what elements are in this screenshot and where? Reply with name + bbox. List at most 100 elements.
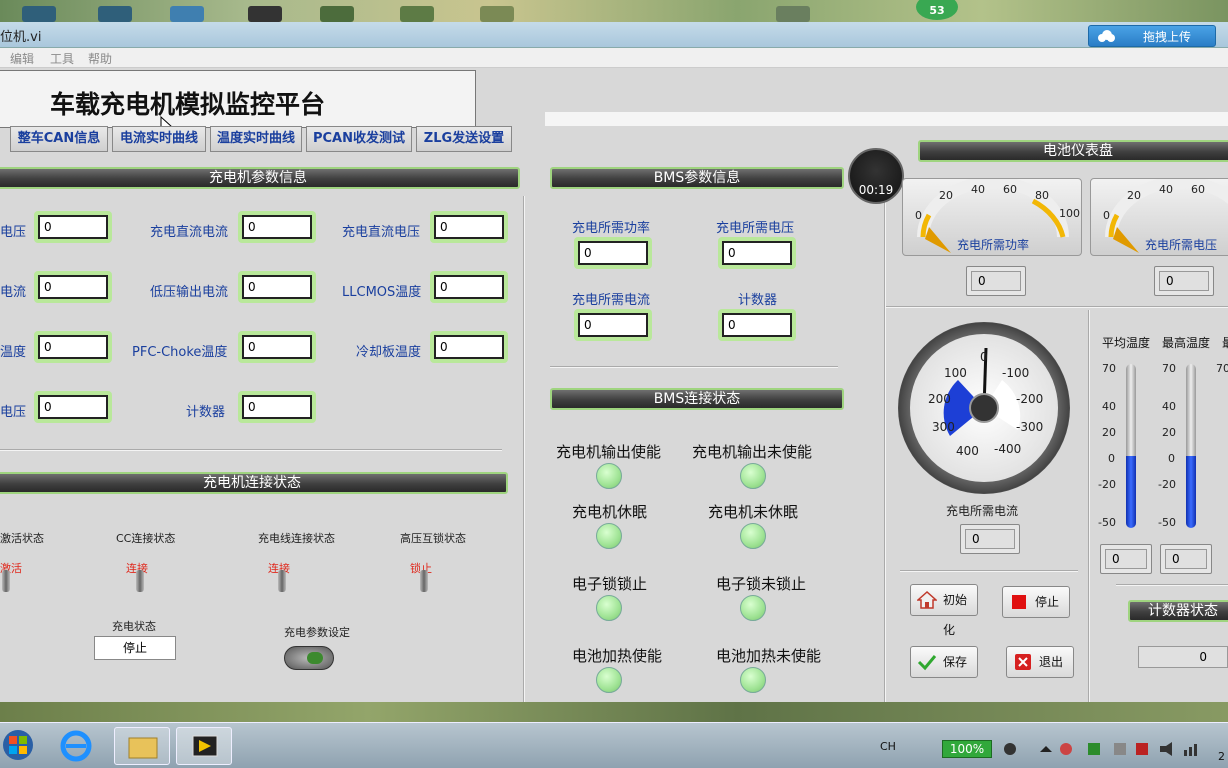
switch-label: 激活状态 (0, 532, 44, 545)
hv-interlock-toggle[interactable] (418, 570, 430, 594)
led-label: 电子锁锁止 (572, 575, 648, 593)
charger-field-input[interactable]: 0 (238, 391, 316, 423)
tab-current-curve[interactable]: 电流实时曲线 (112, 126, 206, 152)
thermo-tick: 70 (1162, 362, 1176, 375)
charger-field-input[interactable]: 0 (430, 331, 508, 363)
status-led (596, 523, 622, 549)
charger-field-label: 温度 (0, 345, 27, 360)
desktop-icon[interactable] (400, 6, 434, 22)
recording-timer: 00:19 (848, 148, 904, 204)
param-setting-button[interactable] (284, 646, 334, 670)
bms-field-input[interactable]: 0 (574, 309, 652, 341)
dial-tick: -400 (994, 442, 1022, 456)
thermo-tick: 0 (1108, 452, 1115, 465)
charge-status-label: 充电状态 (112, 620, 156, 633)
desktop-icon[interactable] (22, 6, 56, 22)
charger-field-input[interactable]: 0 (430, 211, 508, 243)
current-value: 0 (960, 524, 1020, 554)
cloud-icon (1098, 30, 1115, 42)
tab-zlg-settings[interactable]: ZLG发送设置 (416, 126, 512, 152)
desktop-icon[interactable] (320, 6, 354, 22)
charger-field-input[interactable]: 0 (34, 391, 112, 423)
avg-temp-label: 平均温度 (1102, 336, 1151, 350)
led-label: 电池加热未使能 (716, 647, 822, 665)
cable-connection-toggle[interactable] (276, 570, 288, 594)
charger-field-input[interactable]: 0 (430, 271, 508, 303)
thermo-tick: 20 (1162, 426, 1176, 439)
switch-label: 高压互锁状态 (400, 532, 466, 545)
charger-field-input[interactable]: 0 (34, 271, 112, 303)
desktop-icon[interactable] (480, 6, 514, 22)
led-label: 电池加热使能 (572, 647, 663, 665)
bms-params-header: BMS参数信息 (550, 167, 844, 189)
charger-field-input[interactable]: 0 (238, 211, 316, 243)
desktop-icon[interactable] (248, 6, 282, 22)
bms-field-input[interactable]: 0 (718, 309, 796, 341)
cc-connection-toggle[interactable] (134, 570, 146, 594)
system-tray-icons[interactable] (1000, 738, 1228, 760)
thermo-tick: 40 (1162, 400, 1176, 413)
thermo-tick: 70 (1216, 362, 1228, 375)
notification-badge[interactable]: 53 (916, 0, 958, 20)
switch-label: 充电线连接状态 (258, 532, 335, 545)
desktop-icon[interactable] (98, 6, 132, 22)
charger-conn-header: 充电机连接状态 (0, 472, 508, 494)
section-divider (900, 570, 1078, 572)
switch-label: CC连接状态 (116, 532, 176, 545)
desktop-icon[interactable] (776, 6, 810, 22)
init-button[interactable]: 初始化 (910, 584, 978, 637)
bms-field-input[interactable]: 0 (574, 237, 652, 269)
menu-tools[interactable]: 工具 (50, 50, 74, 67)
activation-toggle[interactable] (0, 570, 12, 594)
gauge-tick: 20 (939, 189, 953, 202)
exit-button[interactable]: 退出 (1006, 646, 1074, 678)
status-led (740, 667, 766, 693)
start-button[interactable] (0, 727, 38, 765)
battery-indicator[interactable]: 100% (942, 740, 992, 758)
led-label: 充电机未休眠 (708, 503, 799, 521)
gauge-tick: 0 (915, 209, 922, 222)
avg-temp-thermometer: 70 40 20 0 -20 -50 (1098, 362, 1144, 532)
status-led (740, 595, 766, 621)
taskbar-ie[interactable] (54, 727, 98, 765)
charger-field-input[interactable]: 0 (238, 271, 316, 303)
folder-icon (128, 737, 158, 759)
voltage-gauge-label: 充电所需电压 (1145, 238, 1218, 252)
play-icon (307, 652, 323, 664)
window-titlebar[interactable]: 位机.vi 拖拽上传 (0, 22, 1228, 48)
charger-field-input[interactable]: 0 (34, 331, 112, 363)
gauge-tick: 0 (1103, 209, 1110, 222)
thermo-tick: -20 (1098, 478, 1116, 491)
desktop-icon[interactable] (170, 6, 204, 22)
charger-field-label: 冷却板温度 (356, 345, 422, 360)
desktop-background-strip (0, 702, 1228, 722)
close-icon (1015, 654, 1031, 670)
stop-button[interactable]: 停止 (1002, 586, 1070, 618)
taskbar-labview[interactable] (176, 727, 232, 765)
voltage-value: 0 (1154, 266, 1214, 296)
status-led (596, 595, 622, 621)
tab-vehicle-can[interactable]: 整车CAN信息 (10, 126, 108, 152)
charger-field-input[interactable]: 0 (238, 331, 316, 363)
dial-tick: -100 (1002, 366, 1030, 380)
gauge-tick: 100 (1059, 207, 1080, 220)
checkmark-icon (917, 655, 937, 671)
menu-edit[interactable]: 编辑 (10, 50, 34, 67)
tab-temperature-curve[interactable]: 温度实时曲线 (210, 126, 302, 152)
dial-tick: 300 (932, 420, 955, 434)
thermo-tick: 40 (1102, 400, 1116, 413)
bms-field-input[interactable]: 0 (718, 237, 796, 269)
drag-upload-button[interactable]: 拖拽上传 (1088, 25, 1216, 47)
charger-field-input[interactable]: 0 (34, 211, 112, 243)
led-label: 充电机输出使能 (556, 443, 662, 461)
input-language[interactable]: CH (880, 740, 896, 753)
taskbar-explorer[interactable] (114, 727, 170, 765)
home-icon (917, 591, 937, 609)
labview-icon (192, 735, 218, 757)
charger-field-label: 电压 (0, 225, 27, 240)
menu-help[interactable]: 帮助 (88, 50, 112, 67)
save-button[interactable]: 保存 (910, 646, 978, 678)
charger-params-header: 充电机参数信息 (0, 167, 520, 189)
tab-pcan-test[interactable]: PCAN收发测试 (306, 126, 412, 152)
desktop-background-strip: 53 (0, 0, 1228, 22)
